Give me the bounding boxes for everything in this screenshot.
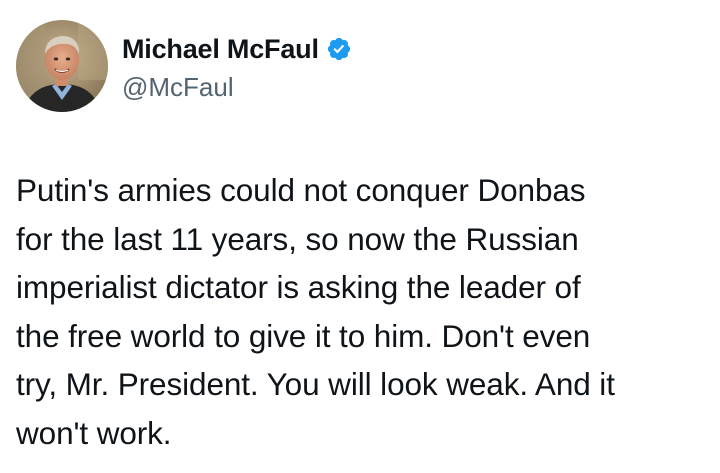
tweet-text-line: for the last 11 years, so now the Russia… [16, 220, 579, 257]
verified-badge-icon[interactable] [326, 36, 352, 62]
author-names: Michael McFaul @McFaul [122, 32, 352, 103]
tweet-text-line: the free world to give it to him. Don't … [16, 317, 591, 354]
tweet-card: Michael McFaul @McFaul Putin's armies co… [0, 0, 720, 473]
tweet-text-line: imperialist dictator is asking the leade… [16, 269, 581, 305]
tweet-text-line: try, Mr. President. You will look weak. … [16, 366, 615, 402]
tweet-text-line: won't work. [16, 414, 172, 451]
name-row: Michael McFaul [122, 32, 352, 66]
avatar-photo-icon [16, 20, 108, 112]
tweet-header: Michael McFaul @McFaul [16, 20, 352, 112]
avatar[interactable] [16, 20, 108, 112]
tweet-text: Putin's armies could not conquer Donbas … [16, 166, 711, 457]
author-handle[interactable]: @McFaul [122, 72, 352, 103]
tweet-text-line: Putin's armies could not conquer Donbas [16, 172, 586, 208]
display-name[interactable]: Michael McFaul [122, 34, 319, 65]
